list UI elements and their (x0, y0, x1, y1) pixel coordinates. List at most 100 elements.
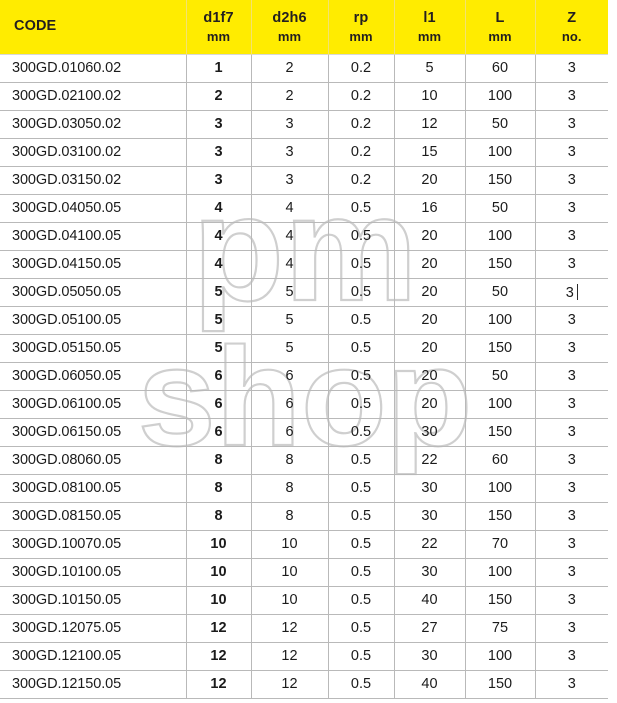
cell-d2[interactable]: 12 (251, 614, 329, 643)
cell-code[interactable]: 300GD.10100.05 (0, 558, 187, 587)
cell-rp[interactable]: 0.2 (328, 54, 395, 83)
cell-L[interactable]: 100 (465, 222, 536, 251)
cell-z[interactable]: 3 (535, 194, 608, 223)
cell-l1[interactable]: 22 (394, 446, 466, 475)
cell-d1[interactable]: 3 (186, 138, 252, 167)
table-row[interactable]: 300GD.06150.05 6 6 0.5 30 150 3 (0, 418, 608, 447)
cell-l1[interactable]: 20 (394, 306, 466, 335)
cell-d1[interactable]: 4 (186, 194, 252, 223)
cell-code[interactable]: 300GD.03150.02 (0, 166, 187, 195)
cell-d1[interactable]: 12 (186, 614, 252, 643)
cell-z[interactable]: 3 (535, 362, 608, 391)
table-row[interactable]: 300GD.08060.05 8 8 0.5 22 60 3 (0, 446, 608, 475)
column-header-rp[interactable]: rp mm (328, 0, 395, 55)
cell-z[interactable]: 3 (535, 390, 608, 419)
cell-l1[interactable]: 12 (394, 110, 466, 139)
cell-L[interactable]: 150 (465, 586, 536, 615)
cell-z[interactable]: 3 (535, 82, 608, 111)
cell-d2[interactable]: 12 (251, 670, 329, 699)
cell-L[interactable]: 100 (465, 642, 536, 671)
cell-z[interactable]: 3 (535, 586, 608, 615)
table-row[interactable]: 300GD.06050.05 6 6 0.5 20 50 3 (0, 362, 608, 391)
cell-d2[interactable]: 5 (251, 278, 329, 307)
cell-l1[interactable]: 30 (394, 642, 466, 671)
cell-z[interactable]: 3 (535, 54, 608, 83)
cell-rp[interactable]: 0.2 (328, 138, 395, 167)
cell-l1[interactable]: 20 (394, 390, 466, 419)
cell-d1[interactable]: 10 (186, 586, 252, 615)
table-row[interactable]: 300GD.01060.02 1 2 0.2 5 60 3 (0, 54, 608, 83)
cell-rp[interactable]: 0.5 (328, 670, 395, 699)
cell-L[interactable]: 100 (465, 306, 536, 335)
cell-rp[interactable]: 0.5 (328, 194, 395, 223)
cell-d1[interactable]: 8 (186, 502, 252, 531)
cell-d2[interactable]: 3 (251, 138, 329, 167)
cell-L[interactable]: 150 (465, 670, 536, 699)
cell-rp[interactable]: 0.5 (328, 362, 395, 391)
cell-code[interactable]: 300GD.01060.02 (0, 54, 187, 83)
cell-z[interactable]: 3 (535, 530, 608, 559)
cell-L[interactable]: 50 (465, 110, 536, 139)
cell-l1[interactable]: 20 (394, 362, 466, 391)
cell-l1[interactable]: 20 (394, 278, 466, 307)
cell-d1[interactable]: 6 (186, 390, 252, 419)
cell-code[interactable]: 300GD.10150.05 (0, 586, 187, 615)
cell-d1[interactable]: 6 (186, 418, 252, 447)
cell-L[interactable]: 70 (465, 530, 536, 559)
cell-d1[interactable]: 1 (186, 54, 252, 83)
table-row[interactable]: 300GD.12100.05 12 12 0.5 30 100 3 (0, 642, 608, 671)
cell-d2[interactable]: 3 (251, 166, 329, 195)
column-header-l1[interactable]: l1 mm (394, 0, 466, 55)
cell-z[interactable]: 3 (535, 334, 608, 363)
table-row[interactable]: 300GD.04150.05 4 4 0.5 20 150 3 (0, 250, 608, 279)
table-row[interactable]: 300GD.04100.05 4 4 0.5 20 100 3 (0, 222, 608, 251)
cell-z[interactable]: 3 (535, 222, 608, 251)
cell-d2[interactable]: 5 (251, 306, 329, 335)
cell-z[interactable]: 3 (535, 110, 608, 139)
column-header-d1f7[interactable]: d1f7 mm (186, 0, 252, 55)
cell-z[interactable]: 3 (535, 670, 608, 699)
cell-code[interactable]: 300GD.04050.05 (0, 194, 187, 223)
cell-rp[interactable]: 0.5 (328, 558, 395, 587)
cell-L[interactable]: 150 (465, 502, 536, 531)
cell-rp[interactable]: 0.5 (328, 614, 395, 643)
cell-l1[interactable]: 20 (394, 222, 466, 251)
cell-L[interactable]: 100 (465, 82, 536, 111)
cell-z[interactable]: 3 (535, 250, 608, 279)
cell-code[interactable]: 300GD.06150.05 (0, 418, 187, 447)
cell-l1[interactable]: 40 (394, 586, 466, 615)
column-header-code[interactable]: CODE (0, 0, 187, 55)
cell-l1[interactable]: 5 (394, 54, 466, 83)
table-row[interactable]: 300GD.03100.02 3 3 0.2 15 100 3 (0, 138, 608, 167)
cell-d1[interactable]: 12 (186, 642, 252, 671)
cell-code[interactable]: 300GD.04150.05 (0, 250, 187, 279)
cell-d2[interactable]: 10 (251, 530, 329, 559)
cell-rp[interactable]: 0.5 (328, 642, 395, 671)
cell-rp[interactable]: 0.5 (328, 530, 395, 559)
cell-L[interactable]: 60 (465, 446, 536, 475)
cell-d1[interactable]: 10 (186, 558, 252, 587)
table-row[interactable]: 300GD.10150.05 10 10 0.5 40 150 3 (0, 586, 608, 615)
cell-l1[interactable]: 30 (394, 418, 466, 447)
cell-l1[interactable]: 16 (394, 194, 466, 223)
cell-rp[interactable]: 0.2 (328, 110, 395, 139)
cell-d1[interactable]: 6 (186, 362, 252, 391)
table-row[interactable]: 300GD.12075.05 12 12 0.5 27 75 3 (0, 614, 608, 643)
cell-z[interactable]: 3 (535, 446, 608, 475)
cell-d1[interactable]: 12 (186, 670, 252, 699)
cell-d2[interactable]: 4 (251, 222, 329, 251)
cell-d1[interactable]: 3 (186, 110, 252, 139)
cell-d1[interactable]: 5 (186, 334, 252, 363)
cell-d2[interactable]: 5 (251, 334, 329, 363)
cell-rp[interactable]: 0.5 (328, 222, 395, 251)
cell-l1[interactable]: 30 (394, 474, 466, 503)
cell-code[interactable]: 300GD.08100.05 (0, 474, 187, 503)
cell-L[interactable]: 50 (465, 362, 536, 391)
cell-d2[interactable]: 4 (251, 194, 329, 223)
cell-rp[interactable]: 0.5 (328, 418, 395, 447)
cell-z[interactable]: 3 (535, 614, 608, 643)
cell-code[interactable]: 300GD.06100.05 (0, 390, 187, 419)
table-row[interactable]: 300GD.08150.05 8 8 0.5 30 150 3 (0, 502, 608, 531)
cell-L[interactable]: 150 (465, 418, 536, 447)
cell-l1[interactable]: 20 (394, 250, 466, 279)
